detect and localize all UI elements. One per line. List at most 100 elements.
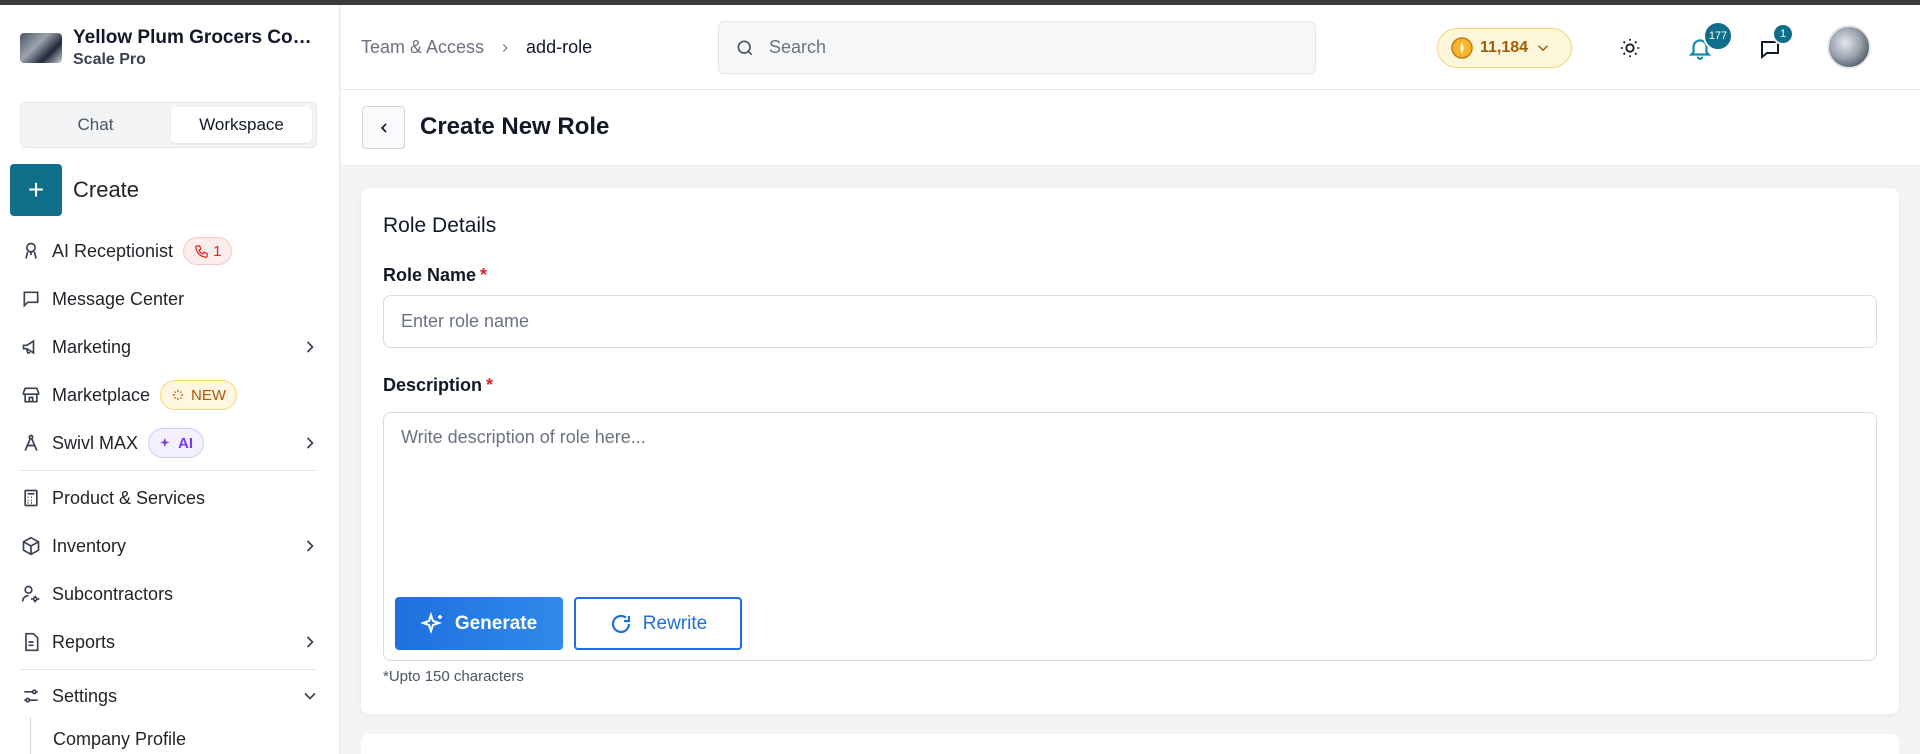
required-asterisk: *: [486, 375, 494, 395]
new-badge-label: NEW: [191, 386, 227, 404]
rewrite-button[interactable]: Rewrite: [574, 597, 742, 650]
sparkles-icon: [160, 437, 170, 448]
sidebar-item-label: Marketplace: [52, 384, 151, 405]
chevron-right-icon: [306, 341, 314, 353]
new-badge: NEW: [160, 380, 238, 410]
description-label-text: Description: [383, 375, 483, 395]
description-field: Generate Rewrite: [383, 412, 1877, 661]
sidebar-divider: [20, 669, 317, 670]
credits-dropdown[interactable]: 11,184: [1437, 28, 1572, 68]
sparkle-icon: [172, 389, 184, 401]
sidebar-item-products[interactable]: Product & Services: [20, 478, 320, 518]
breadcrumb: Team & Access add-role: [361, 37, 592, 58]
plus-icon: +: [10, 164, 62, 216]
chevron-right-icon: [306, 540, 314, 552]
role-name-label-text: Role Name: [383, 265, 477, 285]
sidebar-item-subcontractors[interactable]: Subcontractors: [20, 574, 320, 614]
sidebar-item-label: Reports: [52, 631, 116, 652]
submenu-guide-line: [30, 717, 31, 754]
megaphone-icon: [20, 336, 42, 358]
next-section-card: [361, 734, 1899, 754]
company-name: Yellow Plum Grocers Com...: [73, 27, 318, 48]
sidebar-item-swivl-max[interactable]: Swivl MAX AI: [20, 423, 320, 463]
sidebar-item-label: Settings: [52, 685, 118, 706]
back-button[interactable]: [362, 106, 405, 149]
company-logo: [20, 33, 62, 63]
sliders-icon: [20, 685, 42, 707]
search-box[interactable]: [718, 21, 1316, 74]
mode-toggle: Chat Workspace: [20, 102, 317, 148]
missed-calls-count: 1: [213, 242, 222, 260]
create-label: Create: [73, 177, 140, 202]
role-name-input[interactable]: [383, 295, 1877, 348]
chevron-right-icon: [306, 437, 314, 449]
document-icon: [20, 631, 42, 653]
rewrite-label: Rewrite: [642, 612, 708, 634]
chevron-down-icon: [1538, 45, 1549, 52]
description-label: Description *: [383, 375, 493, 396]
sidebar-item-settings[interactable]: Settings: [20, 676, 320, 716]
missed-calls-badge[interactable]: 1: [183, 237, 233, 265]
sidebar-divider: [20, 470, 317, 471]
messages-button[interactable]: 1: [1755, 23, 1794, 63]
user-gear-icon: [20, 583, 42, 605]
chevron-right-icon: [306, 636, 314, 648]
character-limit-hint: *Upto 150 characters: [383, 668, 524, 685]
sidebar-item-label: Swivl MAX: [52, 432, 139, 453]
sidebar-item-ai-receptionist[interactable]: AI Receptionist 1: [20, 231, 320, 271]
plan-name: Scale Pro: [73, 51, 146, 68]
sidebar-item-label: Product & Services: [52, 487, 206, 508]
compass-icon: [20, 432, 42, 454]
coin-icon: [1451, 37, 1473, 59]
chevron-down-icon: [304, 692, 316, 700]
store-icon: [20, 384, 42, 406]
sidebar-item-marketplace[interactable]: Marketplace NEW: [20, 375, 320, 415]
sun-icon: [1620, 38, 1640, 58]
search-input[interactable]: [769, 37, 1289, 58]
chat-bubble-icon: [20, 288, 42, 310]
user-avatar[interactable]: [1827, 25, 1871, 69]
sidebar-item-reports[interactable]: Reports: [20, 622, 320, 662]
create-button[interactable]: + Create: [10, 164, 139, 216]
role-details-card: Role Details Role Name* Description* Gen…: [361, 188, 1899, 714]
receptionist-icon: [20, 240, 42, 262]
ai-badge-label: AI: [178, 434, 194, 452]
workspace-tab[interactable]: Workspace: [171, 107, 312, 143]
search-icon: [737, 40, 753, 55]
sidebar-item-inventory[interactable]: Inventory: [20, 526, 320, 566]
brand-switcher[interactable]: Yellow Plum Grocers Com... Scale Pro: [20, 25, 320, 75]
credits-value: 11,184: [1480, 39, 1529, 56]
notifications-count-badge: 177: [1703, 21, 1733, 51]
sidebar: Yellow Plum Grocers Com... Scale Pro Cha…: [0, 5, 340, 754]
section-title: Role Details: [383, 214, 497, 237]
notifications-button[interactable]: 177: [1685, 21, 1733, 63]
breadcrumb-team-access[interactable]: Team & Access: [361, 37, 484, 58]
box-icon: [20, 535, 42, 557]
sidebar-item-label: AI Receptionist: [52, 240, 174, 261]
messages-count-badge: 1: [1772, 23, 1794, 45]
chat-tab[interactable]: Chat: [25, 107, 166, 143]
ai-badge: AI: [148, 428, 205, 458]
breadcrumb-current: add-role: [526, 37, 593, 57]
sidebar-item-message-center[interactable]: Message Center: [20, 279, 320, 319]
sidebar-item-marketing[interactable]: Marketing: [20, 327, 320, 367]
sidebar-item-label: Subcontractors: [52, 583, 174, 604]
chevron-left-icon: [380, 122, 387, 133]
chevron-right-icon: [502, 43, 508, 52]
sidebar-subitem-company-profile[interactable]: Company Profile: [53, 729, 186, 750]
page-title-bar: Create New Role: [341, 90, 1920, 166]
generate-label: Generate: [454, 612, 538, 634]
theme-toggle-button[interactable]: [1615, 33, 1645, 63]
generate-button[interactable]: Generate: [395, 597, 563, 650]
sidebar-item-label: Message Center: [52, 288, 185, 309]
page-title: Create New Role: [420, 113, 610, 140]
calculator-icon: [20, 487, 42, 509]
role-name-label: Role Name *: [383, 265, 487, 286]
refresh-icon: [611, 614, 630, 633]
sidebar-item-label: Marketing: [52, 336, 132, 357]
description-textarea[interactable]: [384, 413, 1876, 583]
sparkles-icon: [420, 611, 442, 634]
sidebar-item-label: Inventory: [52, 535, 127, 556]
phone-icon: [195, 244, 208, 258]
required-asterisk: *: [480, 265, 488, 285]
